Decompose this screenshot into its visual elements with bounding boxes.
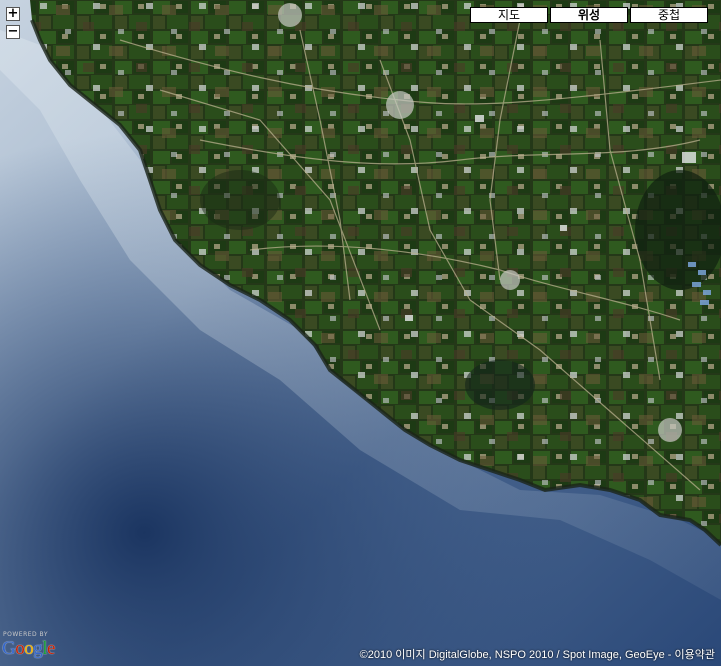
map-type-map-button[interactable]: 지도	[470, 7, 548, 23]
logo-letter: e	[47, 638, 55, 659]
map-type-satellite-button[interactable]: 위성	[550, 7, 628, 23]
logo-letter: o	[15, 638, 25, 659]
logo-wordmark: Google	[2, 637, 55, 661]
terms-of-use-link[interactable]: 이용약관	[675, 649, 715, 661]
zoom-out-button[interactable]: −	[6, 25, 20, 39]
logo-letter: g	[33, 638, 43, 659]
logo-letter: G	[2, 638, 16, 659]
map-container[interactable]: + − 지도 위성 중첩 POWERED BY Google ©2010 이미지…	[0, 0, 721, 666]
copyright-text: ©2010 이미지 DigitalGlobe, NSPO 2010 / Spot…	[359, 649, 675, 661]
map-type-control: 지도 위성 중첩	[470, 7, 708, 23]
map-type-hybrid-button[interactable]: 중첩	[630, 7, 708, 23]
zoom-in-button[interactable]: +	[6, 7, 20, 21]
logo-letter: o	[24, 638, 34, 659]
copyright-notice: ©2010 이미지 DigitalGlobe, NSPO 2010 / Spot…	[360, 648, 715, 662]
satellite-imagery[interactable]	[0, 0, 721, 666]
google-logo[interactable]: POWERED BY Google	[2, 631, 66, 663]
